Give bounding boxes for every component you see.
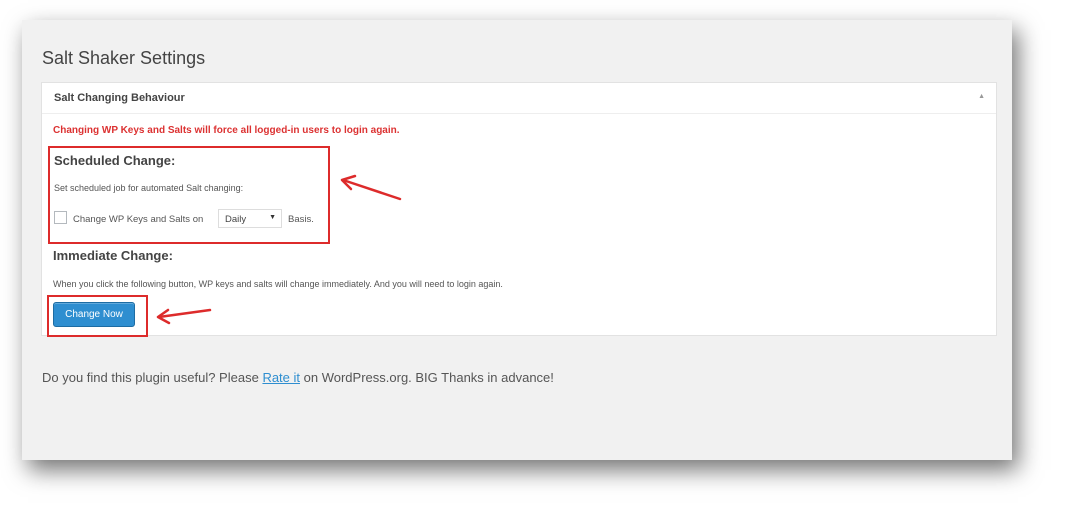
annotation-arrow-scheduled-icon xyxy=(340,174,402,201)
immediate-heading: Immediate Change: xyxy=(53,248,173,263)
change-now-button[interactable]: Change Now xyxy=(53,302,135,327)
annotation-arrow-button-icon xyxy=(156,308,212,325)
footer-suffix: on WordPress.org. BIG Thanks in advance! xyxy=(303,370,554,385)
page-title: Salt Shaker Settings xyxy=(42,48,206,68)
basis-suffix: Basis. xyxy=(288,214,314,225)
checkbox-label: Change WP Keys and Salts on xyxy=(73,214,204,225)
immediate-description: When you click the following button, WP … xyxy=(53,279,503,289)
panel-title: Salt Changing Behaviour xyxy=(54,92,185,104)
scheduled-description: Set scheduled job for automated Salt cha… xyxy=(54,183,244,193)
collapse-arrow-icon[interactable]: ▲ xyxy=(978,93,985,100)
panel-header[interactable]: Salt Changing Behaviour ▲ xyxy=(42,83,996,114)
interval-select[interactable]: Daily ▼ xyxy=(218,209,282,228)
footer-prefix: Do you find this plugin useful? Please xyxy=(42,370,259,385)
scheduled-checkbox[interactable] xyxy=(54,211,67,224)
scheduled-heading: Scheduled Change: xyxy=(54,153,176,168)
dropdown-caret-icon: ▼ xyxy=(269,214,276,221)
interval-selected-value: Daily xyxy=(225,214,247,225)
footer-text: Do you find this plugin useful? Please R… xyxy=(42,370,554,385)
rate-it-link[interactable]: Rate it xyxy=(262,370,300,385)
screenshot-frame: Salt Shaker Settings Salt Changing Behav… xyxy=(22,20,1012,460)
warning-text: Changing WP Keys and Salts will force al… xyxy=(53,125,400,136)
